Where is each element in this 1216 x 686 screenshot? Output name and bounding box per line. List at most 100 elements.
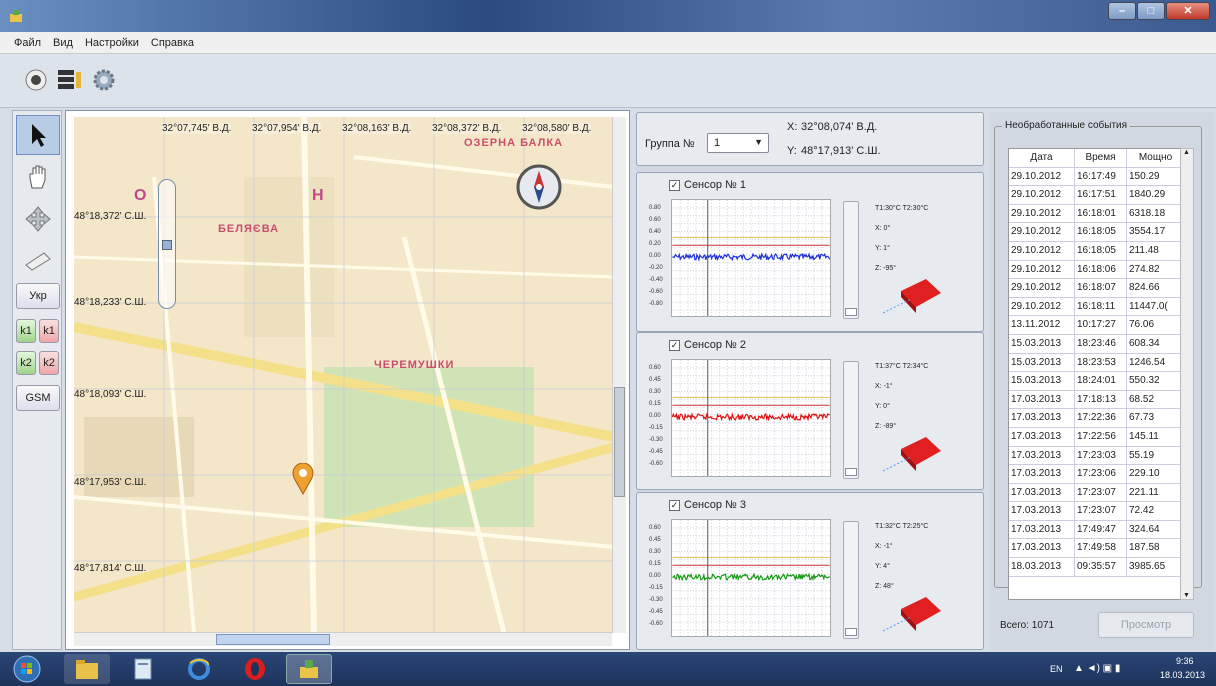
menu-settings[interactable]: Настройки: [85, 37, 139, 49]
lon-label: 32°08,580' В.Д.: [522, 123, 592, 134]
table-row[interactable]: 17.03.2013 17:23:03 55.19: [1009, 446, 1193, 466]
table-row[interactable]: 17.03.2013 17:18:13 68.52: [1009, 390, 1193, 410]
sensor-checkbox[interactable]: ✓ Сенсор № 3: [669, 499, 746, 511]
table-row[interactable]: 13.11.2012 10:17:27 76.06: [1009, 316, 1193, 335]
table-row[interactable]: 17.03.2013 17:22:56 145.11: [1009, 427, 1193, 447]
y-tick-label: 0.00: [649, 413, 661, 419]
table-cell: 17:23:03: [1075, 446, 1127, 465]
lon-label: 32°08,372' В.Д.: [432, 123, 502, 134]
tool-panel: Укр k1 k1 k2 k2 GSM: [12, 110, 62, 650]
gsm-button[interactable]: GSM: [16, 385, 60, 411]
k2-green-button[interactable]: k2: [16, 351, 36, 375]
scroll-thumb[interactable]: [216, 634, 330, 645]
sensor-title: Сенсор № 1: [684, 179, 747, 191]
hand-icon[interactable]: [16, 157, 60, 197]
table-row[interactable]: 15.03.2013 18:24:01 550.32: [1009, 372, 1193, 391]
opera-taskbar-icon[interactable]: [232, 654, 278, 684]
start-button[interactable]: [8, 654, 46, 684]
record-icon[interactable]: [22, 66, 50, 94]
language-indicator[interactable]: EN: [1050, 664, 1063, 674]
k1-green-button[interactable]: k1: [16, 319, 36, 343]
explorer-taskbar-icon[interactable]: [64, 654, 110, 684]
table-row[interactable]: 29.10.2012 16:17:49 150.29: [1009, 167, 1193, 187]
location-pin-icon[interactable]: [292, 462, 314, 498]
map-view[interactable]: 32°07,745' В.Д. 32°07,954' В.Д. 32°08,16…: [65, 110, 630, 650]
map-horizontal-scrollbar[interactable]: [74, 632, 612, 646]
table-row[interactable]: 29.10.2012 16:18:01 6318.18: [1009, 204, 1193, 224]
table-row[interactable]: 17.03.2013 17:49:47 324.64: [1009, 520, 1193, 540]
ruler-icon[interactable]: [16, 241, 60, 281]
menu-file[interactable]: Файл: [14, 37, 41, 49]
notepad-taskbar-icon[interactable]: [120, 654, 166, 684]
lat-label: 48°17,953' С.Ш.: [74, 477, 147, 488]
table-cell: 16:18:06: [1075, 260, 1127, 279]
minimize-button[interactable]: –: [1108, 2, 1136, 20]
ie-taskbar-icon[interactable]: [176, 654, 222, 684]
pointer-icon[interactable]: [16, 115, 60, 155]
slider-thumb[interactable]: [845, 628, 857, 636]
clock-time[interactable]: 9:36: [1176, 656, 1194, 666]
y-tick-label: -0.30: [649, 597, 663, 603]
table-cell: 18.03.2013: [1009, 558, 1075, 576]
group-select[interactable]: 1 ▼: [707, 133, 769, 153]
table-cell: 68.52: [1127, 390, 1185, 409]
table-row[interactable]: 17.03.2013 17:49:58 187.58: [1009, 539, 1193, 559]
scroll-thumb[interactable]: [614, 387, 625, 497]
sensor-checkbox[interactable]: ✓ Сенсор № 1: [669, 179, 746, 191]
slider-thumb[interactable]: [845, 308, 857, 316]
table-row[interactable]: 29.10.2012 16:18:05 3554.17: [1009, 223, 1193, 242]
table-cell: 17.03.2013: [1009, 539, 1075, 558]
move-arrows-icon[interactable]: [16, 199, 60, 239]
zoom-thumb[interactable]: [162, 240, 172, 250]
gear-icon[interactable]: [90, 66, 118, 94]
slider-thumb[interactable]: [845, 468, 857, 476]
k2-red-button[interactable]: k2: [39, 351, 59, 375]
events-table[interactable]: Дата Время Мощно 29.10.2012 16:17:49 150.2…: [1008, 148, 1194, 600]
compass-icon[interactable]: [516, 159, 562, 215]
ukr-button[interactable]: Укр: [16, 283, 60, 309]
column-header[interactable]: Дата: [1009, 149, 1075, 167]
y-tick-label: -0.15: [649, 425, 663, 431]
column-header[interactable]: Мощно: [1127, 149, 1185, 167]
table-row[interactable]: 29.10.2012 16:18:05 211.48: [1009, 241, 1193, 261]
zoom-slider[interactable]: [158, 179, 176, 309]
sensor-chart: [671, 359, 831, 477]
table-row[interactable]: 15.03.2013 18:23:53 1246.54: [1009, 353, 1193, 373]
table-row[interactable]: 29.10.2012 16:18:07 824.66: [1009, 279, 1193, 298]
table-cell: 11447.0(: [1127, 297, 1185, 316]
sensor-slider[interactable]: [843, 361, 859, 479]
server-icon[interactable]: [56, 66, 84, 94]
title-bar[interactable]: – □ ✕: [0, 0, 1216, 32]
sensor-slider[interactable]: [843, 521, 859, 639]
clock-date[interactable]: 18.03.2013: [1160, 670, 1205, 680]
table-cell: 17:22:36: [1075, 409, 1127, 427]
table-row[interactable]: 29.10.2012 16:18:06 274.82: [1009, 260, 1193, 280]
app-taskbar-icon[interactable]: [286, 654, 332, 684]
table-row[interactable]: 17.03.2013 17:23:06 229.10: [1009, 465, 1193, 484]
menu-view[interactable]: Вид: [53, 37, 73, 49]
table-row[interactable]: 17.03.2013 17:23:07 221.11: [1009, 483, 1193, 503]
temperature-label: T1:30°C T2:30°C: [875, 205, 929, 212]
map-vertical-scrollbar[interactable]: [612, 117, 626, 633]
table-cell: 29.10.2012: [1009, 241, 1075, 260]
sensor-checkbox[interactable]: ✓ Сенсор № 2: [669, 339, 746, 351]
table-cell: 29.10.2012: [1009, 260, 1075, 279]
close-button[interactable]: ✕: [1166, 2, 1210, 20]
table-cell: 72.42: [1127, 502, 1185, 520]
table-row[interactable]: 29.10.2012 16:18:11 11447.0(: [1009, 297, 1193, 317]
k1-red-button[interactable]: k1: [39, 319, 59, 343]
events-panel: Необработанные события Дата Время Мощно …: [990, 112, 1214, 650]
sensor-slider[interactable]: [843, 201, 859, 319]
maximize-button[interactable]: □: [1137, 2, 1165, 20]
tray-icons[interactable]: ▲ ◄) ▣ ▮: [1074, 663, 1120, 674]
menu-help[interactable]: Справка: [151, 37, 194, 49]
column-header[interactable]: Время: [1075, 149, 1127, 167]
view-button[interactable]: Просмотр: [1098, 612, 1194, 638]
table-row[interactable]: 18.03.2013 09:35:57 3985.65: [1009, 558, 1193, 577]
table-row[interactable]: 15.03.2013 18:23:46 608.34: [1009, 334, 1193, 354]
y-tick-label: -0.15: [649, 585, 663, 591]
events-scrollbar[interactable]: ▲ ▼: [1180, 148, 1194, 600]
table-row[interactable]: 17.03.2013 17:22:36 67.73: [1009, 409, 1193, 428]
table-row[interactable]: 29.10.2012 16:17:51 1840.29: [1009, 186, 1193, 205]
table-row[interactable]: 17.03.2013 17:23:07 72.42: [1009, 502, 1193, 521]
